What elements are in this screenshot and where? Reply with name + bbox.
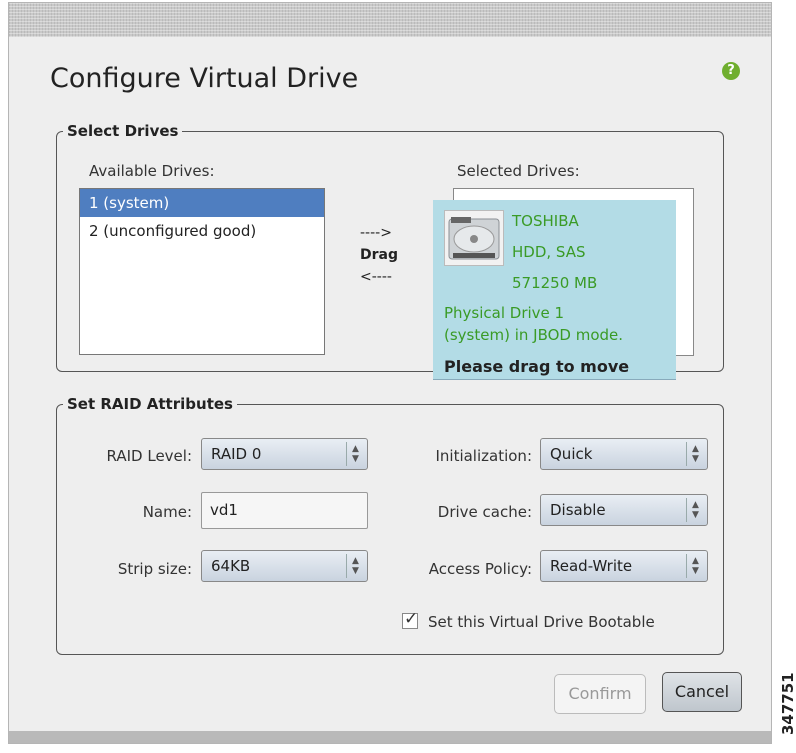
list-item[interactable]: 1 (system) (80, 189, 324, 217)
dialog-bottom-bar (9, 731, 771, 743)
strip-size-value: 64KB (211, 557, 251, 575)
drag-hint: ----> Drag <---- (360, 222, 398, 288)
raid-level-label: RAID Level: (106, 447, 192, 465)
access-policy-select[interactable]: Read-Write ▲ ▼ (540, 550, 708, 582)
initialization-label: Initialization: (435, 447, 532, 465)
select-drives-legend: Select Drives (63, 122, 183, 140)
strip-size-select[interactable]: 64KB ▲ ▼ (201, 550, 368, 582)
drag-arrow-right: ----> (360, 225, 392, 241)
cancel-button[interactable]: Cancel (662, 672, 742, 712)
strip-size-label: Strip size: (117, 560, 192, 578)
drive-type: HDD, SAS (512, 243, 586, 261)
drive-note-line2: (system) in JBOD mode. (444, 326, 624, 344)
drag-instruction: Please drag to move (444, 357, 630, 376)
select-arrows-icon: ▲ ▼ (686, 442, 704, 466)
initialization-select[interactable]: Quick ▲ ▼ (540, 438, 708, 470)
access-policy-label: Access Policy: (428, 560, 532, 578)
initialization-value: Quick (550, 445, 593, 463)
bootable-checkbox[interactable]: ✓ (402, 609, 418, 629)
drive-size: 571250 MB (512, 274, 598, 292)
bootable-label: Set this Virtual Drive Bootable (428, 613, 655, 631)
drive-vendor: TOSHIBA (512, 212, 579, 230)
help-icon[interactable]: ? (722, 62, 740, 80)
hard-drive-icon (444, 210, 504, 266)
raid-level-value: RAID 0 (211, 445, 262, 463)
name-field[interactable]: vd1 (201, 492, 368, 529)
check-icon: ✓ (404, 609, 419, 629)
name-label: Name: (142, 503, 192, 521)
drag-label: Drag (360, 247, 398, 263)
dragged-drive-card[interactable]: TOSHIBA HDD, SAS 571250 MB Physical Driv… (433, 200, 676, 380)
available-drives-list[interactable]: 1 (system) 2 (unconfigured good) (79, 188, 325, 355)
select-arrows-icon: ▲ ▼ (346, 554, 364, 578)
drag-arrow-left: <---- (360, 269, 392, 285)
selected-drives-label: Selected Drives: (457, 162, 580, 180)
access-policy-value: Read-Write (550, 557, 633, 575)
select-arrows-icon: ▲ ▼ (686, 498, 704, 522)
list-item[interactable]: 2 (unconfigured good) (80, 217, 324, 245)
dialog-title: Configure Virtual Drive (50, 63, 359, 94)
confirm-button[interactable]: Confirm (554, 674, 646, 714)
figure-id: 347751 (779, 672, 796, 735)
available-drives-label: Available Drives: (89, 162, 215, 180)
select-arrows-icon: ▲ ▼ (346, 442, 364, 466)
drive-cache-value: Disable (550, 501, 606, 519)
drive-note-line1: Physical Drive 1 (444, 304, 565, 322)
select-arrows-icon: ▲ ▼ (686, 554, 704, 578)
drive-cache-select[interactable]: Disable ▲ ▼ (540, 494, 708, 526)
dialog-titlebar[interactable] (9, 3, 771, 37)
raid-level-select[interactable]: RAID 0 ▲ ▼ (201, 438, 368, 470)
raid-attributes-legend: Set RAID Attributes (63, 395, 237, 413)
drive-cache-label: Drive cache: (437, 503, 532, 521)
